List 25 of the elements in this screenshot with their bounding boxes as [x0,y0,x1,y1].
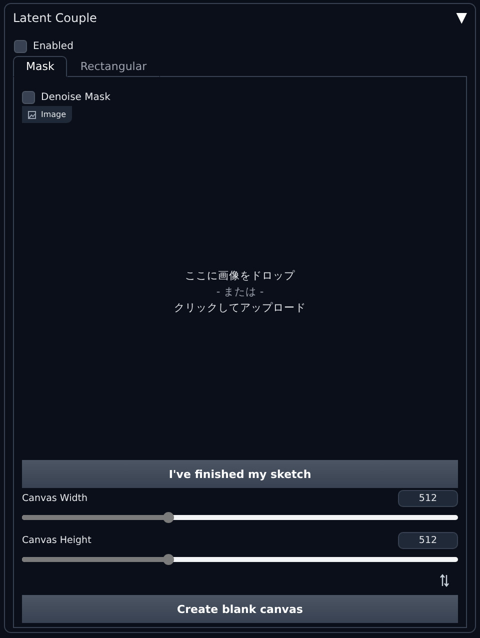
image-icon [28,110,36,118]
slider-handle[interactable] [162,554,174,565]
or-text: - または - [216,284,264,298]
upload-text: クリックしてアップロード [174,300,306,314]
swap-icon[interactable] [440,574,449,587]
finish-sketch-button[interactable]: I've finished my sketch [22,460,458,488]
upload-drop-area[interactable]: ここに画像をドロップ - または - クリックしてアップロード [22,123,458,460]
denoise-checkbox[interactable] [22,91,35,104]
panel-title: Latent Couple [13,11,97,25]
create-canvas-button[interactable]: Create blank canvas [22,595,458,623]
slider-handle[interactable] [162,512,174,523]
checkbox-label: Denoise Mask [41,92,110,103]
slider-label: Canvas Height [22,535,92,546]
drop-text: ここに画像をドロップ [185,268,295,282]
number-field[interactable]: 512 [398,532,458,549]
slider-track[interactable] [22,515,458,520]
checkbox-label: Enabled [33,41,74,52]
tab[interactable]: Mask [13,56,68,77]
collapse-toggle[interactable]: ▼ [456,10,467,26]
tab[interactable]: Rectangular [67,56,160,77]
slider-label: Canvas Width [22,493,88,504]
number-field[interactable]: 512 [398,490,458,507]
image-badge-text: Image [41,110,66,119]
enabled-checkbox[interactable] [14,40,27,53]
slider-track[interactable] [22,557,458,562]
